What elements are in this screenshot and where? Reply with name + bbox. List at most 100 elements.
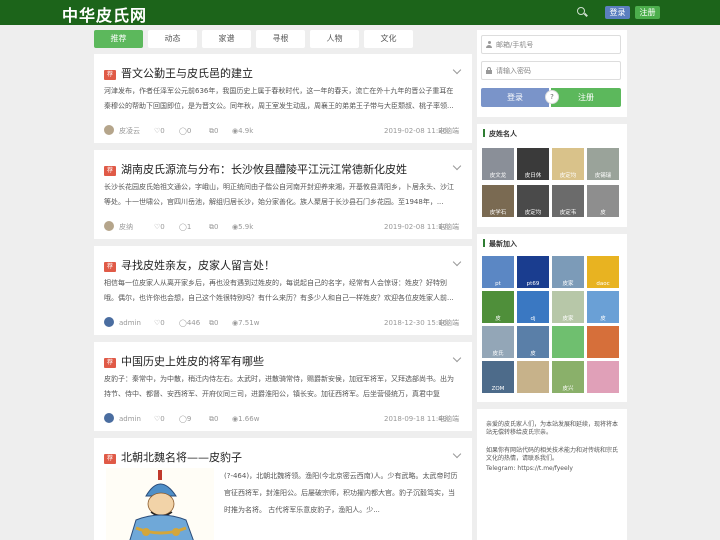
member-thumb[interactable]: daoc — [587, 256, 619, 288]
member-thumb[interactable]: 皮 — [517, 326, 549, 358]
article-summary: 皮豹子：秦常中，为中散，稍迁内侍左右。太武时，进散骑常侍，赐爵新安侯，加冠军将军… — [104, 375, 454, 398]
comment-count: ◯0 — [179, 127, 192, 135]
article-card: 荐晋文公勤王与皮氏邑的建立 河津发布，作者任泽军公元前636年，我国历史上属于春… — [94, 54, 472, 143]
password-input[interactable] — [496, 64, 616, 77]
recent-members-panel: 最新加入 pt pt69 皮家 daoc 皮 dj 皮家 皮 皮氏 皮 ZOM … — [477, 234, 627, 402]
chevron-down-icon[interactable] — [452, 65, 462, 75]
article-card: 荐中国历史上姓皮的将军有哪些 皮豹子：秦常中，为中散，稍迁内侍左右。太武时，进散… — [94, 342, 472, 431]
tab-recommend[interactable]: 推荐 — [94, 30, 143, 48]
recommend-tag: 荐 — [104, 454, 116, 464]
section-title: 皮姓名人 — [483, 129, 517, 139]
member-thumb[interactable]: 皮 — [482, 291, 514, 323]
avatar[interactable] — [104, 317, 114, 327]
article-summary: 相信每一位皮家人从离开家乡后，再也没有遇到过姓皮的，每说起自己的名字，经常有人会… — [104, 279, 454, 302]
general-portrait-image[interactable] — [106, 468, 214, 540]
user-icon — [486, 41, 492, 48]
famous-person-thumb[interactable]: 皮定均 — [517, 185, 549, 217]
avatar[interactable] — [104, 221, 114, 231]
recommend-tag: 荐 — [104, 166, 116, 176]
like-count: ♡0 — [154, 127, 165, 135]
article-title[interactable]: 荐晋文公勤王与皮氏邑的建立 — [104, 65, 444, 81]
tab-culture[interactable]: 文化 — [364, 30, 413, 48]
comment-count: ◯1 — [179, 223, 192, 231]
tab-news[interactable]: 动态 — [148, 30, 197, 48]
about-panel: 亲爱的皮氏家人们，为本站发展和延续，现将将本站无偿转移给皮氏宗亲。 如果你有网站… — [477, 409, 627, 540]
author-name[interactable]: admin — [119, 317, 141, 329]
famous-person-thumb[interactable]: 皮学石 — [482, 185, 514, 217]
member-thumb[interactable]: pt — [482, 256, 514, 288]
famous-person-thumb[interactable]: 皮 — [587, 185, 619, 217]
author-name[interactable]: admin — [119, 413, 141, 425]
member-thumb[interactable]: dj — [517, 291, 549, 323]
like-count: ♡0 — [154, 223, 165, 231]
login-button[interactable]: 登录 — [481, 88, 549, 107]
site-header: 中华皮氏网 登录 注册 — [0, 0, 720, 25]
view-count: ◉5.9k — [232, 223, 254, 231]
chevron-down-icon[interactable] — [452, 353, 462, 363]
article-meta: 皮凌云 ♡0 ◯0 ⧉0 ◉4.9k 2019-02-08 11:26 电脑端 — [104, 125, 462, 137]
article-summary: 河津发布，作者任泽军公元前636年，我国历史上属于春秋时代，这一年的春天，流亡在… — [104, 87, 454, 110]
member-thumb[interactable]: 皮氏 — [482, 326, 514, 358]
view-count: ◉4.9k — [232, 127, 254, 135]
article-card: 荐北朝北魏名将——皮豹子 (?-464)，北朝北魏将领。渔阳(今北京密云西南)人… — [94, 438, 472, 540]
avatar[interactable] — [104, 125, 114, 135]
password-field-wrapper — [481, 61, 621, 80]
post-source: 电脑端 — [438, 415, 459, 423]
article-meta: admin ♡0 ◯446 ⧉0 ◉7.51w 2018-12-30 15:16… — [104, 317, 462, 329]
header-login-button[interactable]: 登录 — [605, 6, 630, 19]
article-title[interactable]: 荐北朝北魏名将——皮豹子 — [104, 449, 444, 465]
recommend-tag: 荐 — [104, 358, 116, 368]
tab-genealogy[interactable]: 家谱 — [202, 30, 251, 48]
lock-icon — [486, 67, 492, 74]
article-title[interactable]: 荐湖南皮氏源流与分布：长沙攸县醴陵平江沅江常德新化皮姓 — [104, 161, 444, 177]
article-card: 荐寻找皮姓亲友，皮家人留言处！ 相信每一位皮家人从离开家乡后，再也没有遇到过姓皮… — [94, 246, 472, 335]
register-button[interactable]: 注册 — [551, 88, 621, 107]
like-count: ♡0 — [154, 415, 165, 423]
member-thumb[interactable] — [587, 326, 619, 358]
article-meta: 皮纳 ♡0 ◯1 ⧉0 ◉5.9k 2019-02-08 11:17 电脑端 — [104, 221, 462, 233]
author-name[interactable]: 皮凌云 — [119, 125, 140, 137]
famous-person-thumb[interactable]: 皮定韦 — [552, 185, 584, 217]
member-thumb[interactable]: pt69 — [517, 256, 549, 288]
avatar[interactable] — [104, 413, 114, 423]
post-source: 电脑端 — [438, 127, 459, 135]
member-thumb[interactable] — [587, 361, 619, 393]
member-thumb[interactable]: 皮兴 — [552, 361, 584, 393]
recommend-tag: 荐 — [104, 262, 116, 272]
account-field-wrapper — [481, 35, 621, 54]
member-thumb[interactable] — [517, 361, 549, 393]
member-thumb[interactable]: 皮 — [587, 291, 619, 323]
famous-person-thumb[interactable]: 皮文龙 — [482, 148, 514, 180]
about-text: 如果你有网站代码的相关技术能力和对传统和宗氏文化的热情，请联系我们。 — [486, 447, 619, 462]
contact-link[interactable]: Telegram: https://t.me/fyeely — [486, 465, 618, 473]
share-count: ⧉0 — [209, 223, 219, 231]
famous-person-thumb[interactable]: 皮日休 — [517, 148, 549, 180]
tab-people[interactable]: 人物 — [310, 30, 359, 48]
article-card: 荐湖南皮氏源流与分布：长沙攸县醴陵平江沅江常德新化皮姓 长沙长花园皮氏始祖文通公… — [94, 150, 472, 239]
tab-roots[interactable]: 寻根 — [256, 30, 305, 48]
article-title[interactable]: 荐寻找皮姓亲友，皮家人留言处！ — [104, 257, 444, 273]
article-summary: 长沙长花园皮氏始祖文通公，字峨山，明正统间由子偕公自河南开封迎养来湘，开基攸县清… — [104, 183, 454, 206]
chevron-down-icon[interactable] — [452, 161, 462, 171]
recommend-tag: 荐 — [104, 70, 116, 80]
member-thumb[interactable]: ZOM — [482, 361, 514, 393]
member-thumb[interactable]: 皮家 — [552, 256, 584, 288]
article-title[interactable]: 荐中国历史上姓皮的将军有哪些 — [104, 353, 444, 369]
search-icon[interactable] — [577, 7, 588, 18]
member-thumb[interactable] — [552, 326, 584, 358]
article-summary: (?-464)，北朝北魏将领。渔阳(今北京密云西南)人。少有武略。太武帝时历官征… — [224, 472, 458, 514]
about-text: 亲爱的皮氏家人们，为本站发展和延续，现将将本站无偿转移给皮氏宗亲。 — [486, 421, 619, 436]
chevron-down-icon[interactable] — [452, 449, 462, 459]
author-name[interactable]: 皮纳 — [119, 221, 133, 233]
post-source: 电脑端 — [438, 319, 459, 327]
article-meta: admin ♡0 ◯9 ⧉0 ◉1.66w 2018-09-18 11:49 电… — [104, 413, 462, 425]
famous-person-thumb[interactable]: 皮锡瑞 — [587, 148, 619, 180]
site-logo[interactable]: 中华皮氏网 — [62, 2, 147, 26]
chevron-down-icon[interactable] — [452, 257, 462, 267]
comment-count: ◯9 — [179, 415, 192, 423]
header-register-button[interactable]: 注册 — [635, 6, 660, 19]
view-count: ◉1.66w — [232, 415, 260, 423]
famous-person-thumb[interactable]: 皮定均 — [552, 148, 584, 180]
account-input[interactable] — [496, 38, 616, 51]
member-thumb[interactable]: 皮家 — [552, 291, 584, 323]
